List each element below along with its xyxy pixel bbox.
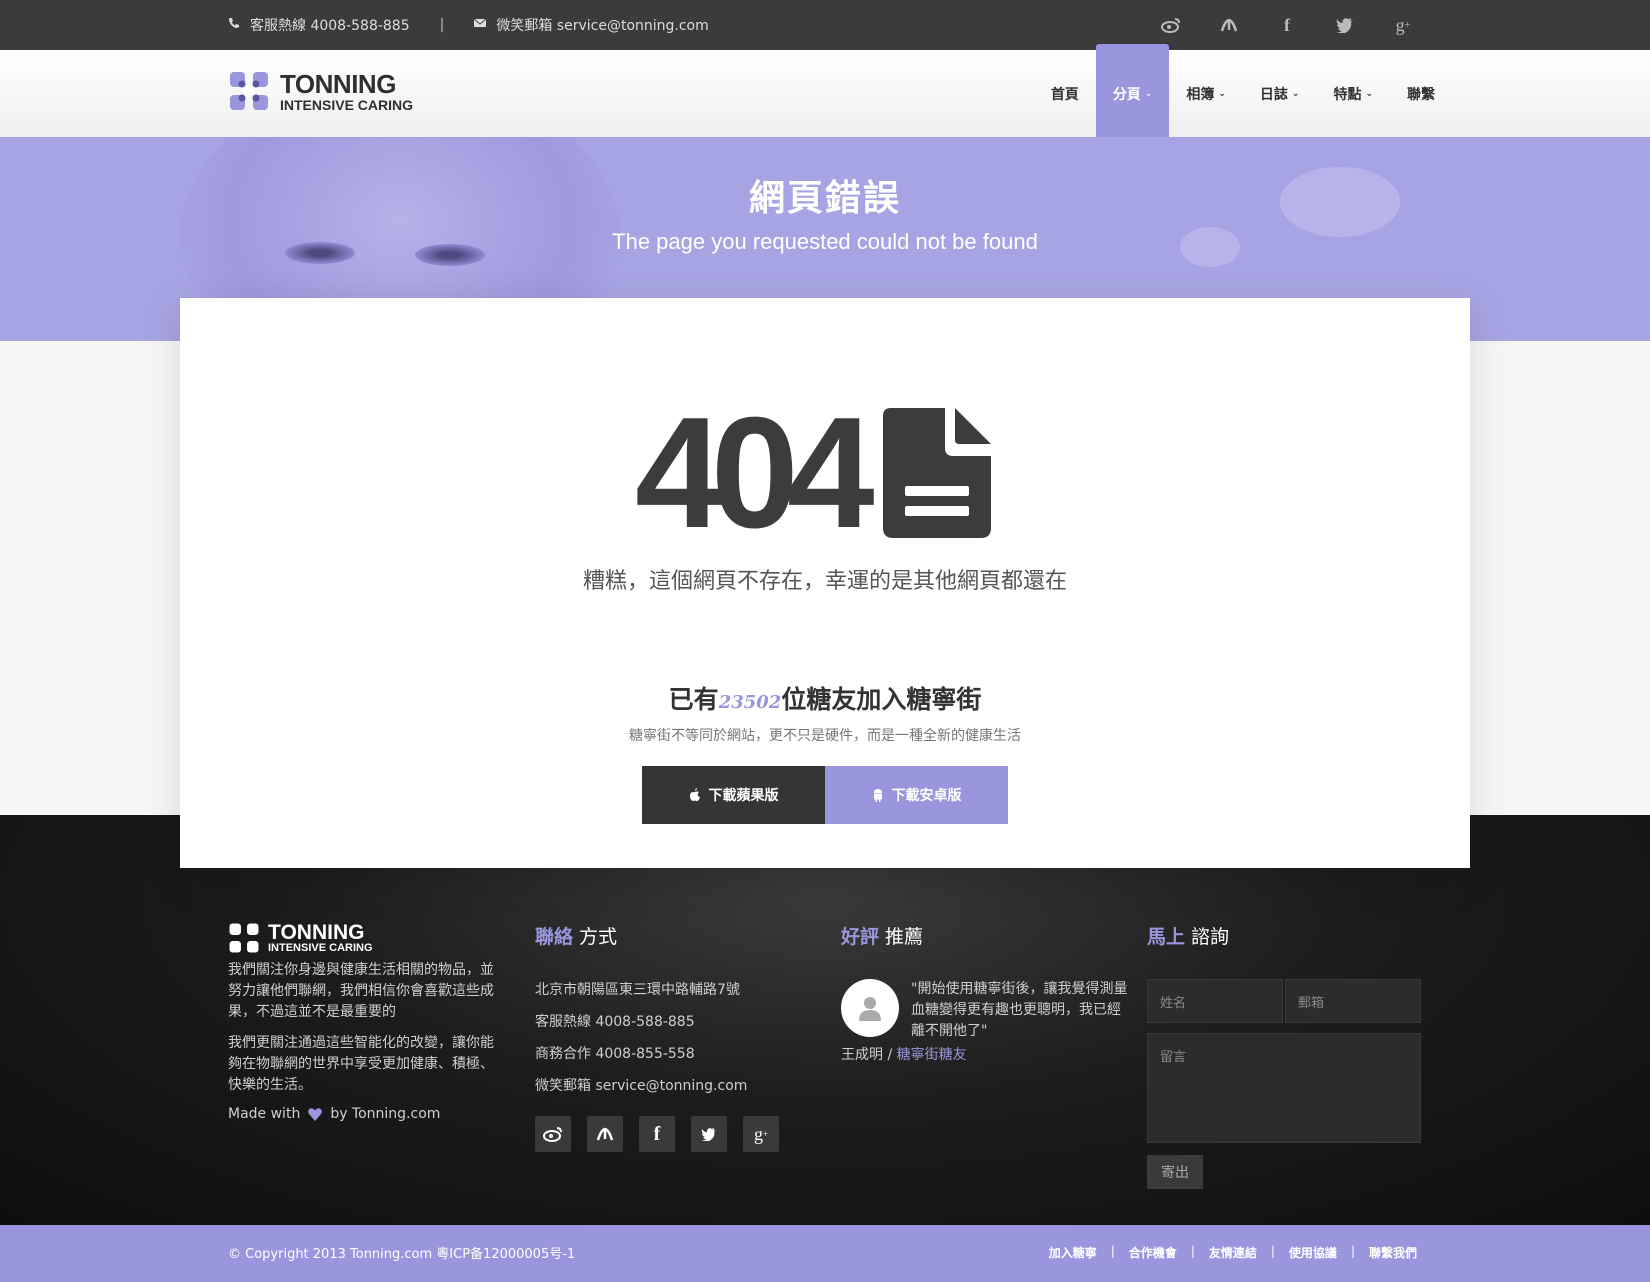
member-count: 23502 [718,692,782,713]
mail-icon [474,17,487,33]
bottom-link[interactable]: 使用協議 [1289,1244,1337,1261]
facebook-icon[interactable]: f [1275,13,1299,37]
error-code-block: 404 [635,385,991,561]
about-paragraph: 我們關注你身邊與健康生活相關的物品，並努力讓他們聯網，我們相信你會喜歡這些成果，… [228,962,494,1020]
made-with: Made with by Tonning.com [228,1106,441,1122]
file-icon [882,408,991,538]
download-android-button[interactable]: 下載安卓版 [825,766,1008,824]
google-plus-icon[interactable]: g + [1391,13,1415,37]
contact-phone: 客服熱線 4008-588-885 [535,1014,695,1030]
footer-about: TONNING INTENSIVE CARING 我們關注你身邊與健康生活相關的… [228,922,498,1122]
logo-title: TONNING [280,68,396,99]
testimonial: "開始使用糖寧街後，讓我覺得測量血糖變得更有趣也更聰明，我已經離不開他了" [841,979,1131,1042]
weibo-icon[interactable] [535,1116,571,1152]
submit-button[interactable]: 寄出 [1147,1155,1203,1189]
top-phone: 客服熱線 4008-588-885 [250,18,410,34]
nav-contact[interactable]: 聯繫 [1390,44,1452,137]
weibo-icon[interactable] [1159,13,1183,37]
testimonial-quote: "開始使用糖寧街後，讓我覺得測量血糖變得更有趣也更聰明，我已經離不開他了" [911,981,1128,1039]
logo-mark-icon [230,72,268,110]
avatar [841,979,899,1037]
contact-email[interactable]: 微笑郵箱 service@tonning.com [535,1075,795,1094]
footer-inquiry: 馬上 諮詢 姓名 郵箱 留言 寄出 [1147,922,1421,1189]
nav-home[interactable]: 首頁 [1034,44,1096,137]
footer-contact: 聯絡 方式 北京市朝陽區東三環中路輔路7號 客服熱線 4008-588-885 … [535,922,795,1152]
join-subtitle: 糖寧街不等同於網站，更不只是硬件，而是一種全新的健康生活 [629,728,1021,744]
top-contact: 客服熱線 4008-588-885 | 微笑郵箱 service@tonning… [228,0,709,50]
chevron-down-icon: ⌄ [1144,88,1153,99]
renren-icon[interactable] [587,1116,623,1152]
join-heading: 已有23502位糖友加入糖寧街 [668,685,982,714]
nav-features[interactable]: 特點 ⌄ [1316,44,1390,137]
chevron-down-icon: ⌄ [1218,88,1226,99]
top-separator: | [439,17,445,33]
phone-icon [228,17,240,33]
copyright: © Copyright 2013 Tonning.com 粵ICP备120000… [228,1247,576,1262]
nav-pages[interactable]: 分頁 ⌄ [1095,44,1170,137]
contact-address: 北京市朝陽區東三環中路輔路7號 [535,982,740,998]
review-heading: 好評 推薦 [841,926,924,948]
google-plus-icon[interactable]: g + [743,1116,779,1152]
error-message: 糟糕，這個網頁不存在，幸運的是其他網頁都還在 [582,569,1067,594]
bottom-link[interactable]: 聯繫我們 [1369,1244,1417,1261]
inquiry-heading: 馬上 諮詢 [1147,926,1230,948]
testimonial-author: 王成明 / 糖寧街糖友 [841,1047,967,1063]
bottom-link[interactable]: 合作機會 [1129,1244,1177,1261]
site-logo[interactable]: TONNING INTENSIVE CARING [228,70,413,112]
nav-blog[interactable]: 日誌 ⌄ [1243,44,1317,137]
footer-logo[interactable]: TONNING INTENSIVE CARING [228,922,498,954]
error-code: 404 [635,385,875,561]
logo-mark-icon [229,923,259,953]
email-field[interactable]: 郵箱 [1285,979,1421,1023]
main-nav: 首頁 分頁 ⌄ 相簿 ⌄ 日誌 ⌄ 特點 ⌄ 聯繫 [1034,44,1452,137]
about-paragraph: 我們更關注通過這些智能化的改變，讓你能夠在物聯網的世界中享受更加健康、積極、快樂… [228,1035,494,1093]
contact-heading: 聯絡 方式 [535,926,618,948]
top-bar: 客服熱線 4008-588-885 | 微笑郵箱 service@tonning… [0,0,1650,50]
chevron-down-icon: ⌄ [1291,88,1300,99]
twitter-icon[interactable] [1333,13,1357,37]
android-icon [873,789,882,802]
name-field[interactable]: 姓名 [1147,979,1283,1023]
footer-social: f g + [535,1116,795,1152]
heart-icon [308,1107,323,1121]
chevron-down-icon: ⌄ [1365,88,1373,99]
user-icon [859,997,881,1021]
apple-icon [689,788,700,801]
twitter-icon[interactable] [691,1116,727,1152]
nav-gallery[interactable]: 相簿 ⌄ [1169,44,1243,137]
page-title: 網頁錯誤 [748,178,901,219]
download-buttons: 下載蘋果版 下載安卓版 [642,766,1008,824]
download-ios-button[interactable]: 下載蘋果版 [642,766,825,824]
site-header: TONNING INTENSIVE CARING 首頁 分頁 ⌄ 相簿 ⌄ 日誌 ⌄ … [0,44,1650,137]
footer-logo-title: TONNING [268,921,365,944]
top-social: f g + [1159,0,1415,50]
bottom-links: 加入糖寧 | 合作機會 | 友情連結 | 使用協議 | 聯繫我們 [1048,1244,1417,1261]
page-subtitle: The page you requested could not be foun… [612,229,1038,254]
logo-tagline: INTENSIVE CARING [280,96,414,113]
inquiry-form: 姓名 郵箱 [1147,979,1421,1023]
testimonial-role-link[interactable]: 糖寧街糖友 [897,1047,967,1063]
bottom-link[interactable]: 友情連結 [1209,1244,1257,1261]
message-field[interactable]: 留言 [1147,1033,1421,1143]
contact-business: 商務合作 4008-855-558 [535,1046,695,1062]
facebook-icon[interactable]: f [639,1116,675,1152]
footer-logo-tagline: INTENSIVE CARING [268,942,373,954]
error-card: 404 糟糕，這個網頁不存在，幸運的是其他網頁都還在 已有23502位糖友加入糖… [180,298,1470,868]
footer-review: 好評 推薦 "開始使用糖寧街後，讓我覺得測量血糖變得更有趣也更聰明，我已經離不開… [841,922,1131,1064]
renren-icon[interactable] [1217,13,1241,37]
bottom-link[interactable]: 加入糖寧 [1049,1244,1097,1261]
bottom-bar: © Copyright 2013 Tonning.com 粵ICP备120000… [0,1225,1650,1282]
top-email[interactable]: 微笑郵箱 service@tonning.com [496,15,708,35]
